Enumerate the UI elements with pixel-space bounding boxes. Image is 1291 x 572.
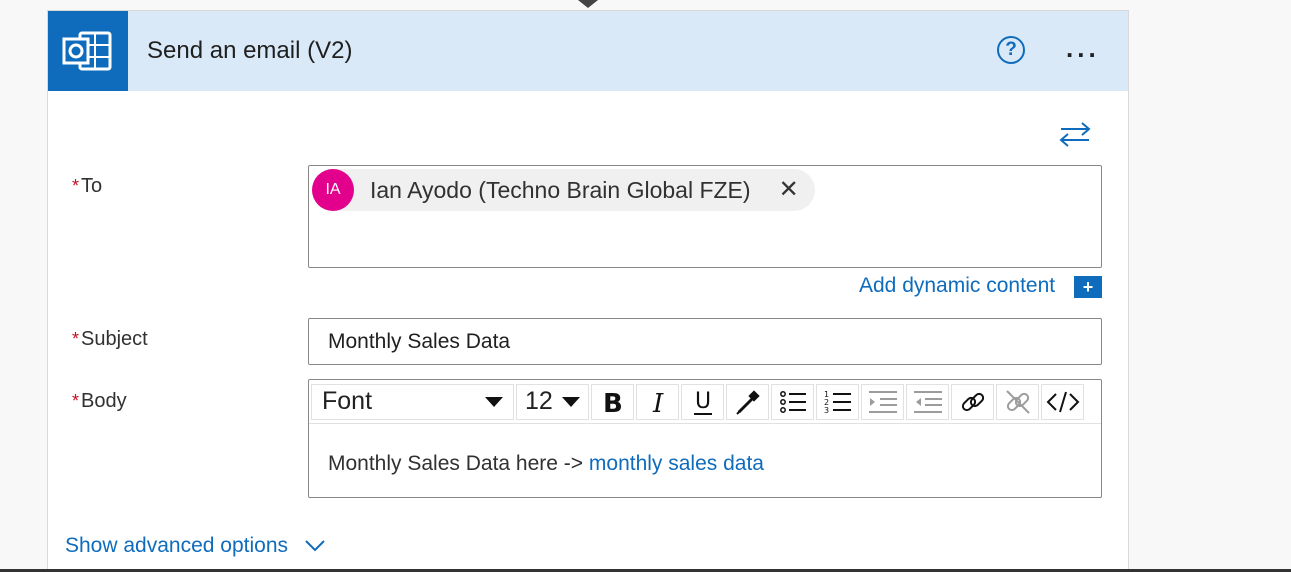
required-mark: * xyxy=(72,329,80,349)
add-dynamic-content-icon[interactable]: + xyxy=(1074,276,1102,298)
to-label: * To xyxy=(72,175,102,198)
font-select[interactable]: Font xyxy=(311,383,514,420)
italic-icon[interactable]: I xyxy=(636,383,679,420)
chevron-down-icon xyxy=(562,396,580,407)
svg-text:B: B xyxy=(603,389,623,415)
subject-label-text: Subject xyxy=(81,328,148,350)
action-title[interactable]: Send an email (V2) xyxy=(147,37,352,65)
card-header[interactable]: Send an email (V2) ? ... xyxy=(48,11,1128,91)
connector-arrow xyxy=(578,0,598,8)
required-mark: * xyxy=(72,176,80,196)
font-select-value: Font xyxy=(322,387,373,415)
chevron-down-icon xyxy=(304,534,326,558)
required-mark: * xyxy=(72,391,80,411)
color-picker-icon[interactable] xyxy=(726,383,769,420)
more-icon[interactable]: ... xyxy=(1066,33,1100,64)
outlook-icon xyxy=(48,11,128,91)
svg-text:U: U xyxy=(695,389,711,414)
svg-text:3: 3 xyxy=(824,406,829,415)
close-icon[interactable]: ✕ xyxy=(779,178,799,202)
unlink-icon[interactable] xyxy=(996,383,1039,420)
body-text: Monthly Sales Data here -> xyxy=(328,452,589,475)
to-field[interactable]: IA Ian Ayodo (Techno Brain Global FZE) ✕ xyxy=(308,165,1102,268)
avatar: IA xyxy=(312,169,354,211)
show-advanced-options-link[interactable]: Show advanced options xyxy=(65,534,326,558)
recipient-name: Ian Ayodo (Techno Brain Global FZE) xyxy=(370,176,751,203)
body-content[interactable]: Monthly Sales Data here -> monthly sales… xyxy=(328,452,764,476)
rich-text-toolbar: Font 12 B I U 123 xyxy=(309,380,1101,424)
subject-input[interactable]: Monthly Sales Data xyxy=(308,318,1102,365)
body-editor[interactable]: Font 12 B I U 123 Monthly Sales Data her… xyxy=(308,379,1102,498)
subject-label: * Subject xyxy=(72,328,148,351)
svg-text:I: I xyxy=(652,389,664,415)
body-label-text: Body xyxy=(81,390,127,412)
increase-indent-icon[interactable] xyxy=(906,383,949,420)
bullet-list-icon[interactable] xyxy=(771,383,814,420)
add-dynamic-content-link[interactable]: Add dynamic content xyxy=(859,274,1055,298)
recipient-chip[interactable]: IA Ian Ayodo (Techno Brain Global FZE) ✕ xyxy=(312,169,815,211)
body-label: * Body xyxy=(72,390,127,413)
help-icon[interactable]: ? xyxy=(997,36,1025,64)
bold-icon[interactable]: B xyxy=(591,383,634,420)
chevron-down-icon xyxy=(485,396,503,407)
show-advanced-options-label: Show advanced options xyxy=(65,534,288,557)
font-size-value: 12 xyxy=(525,387,553,415)
action-card: Send an email (V2) ? ... * To IA Ian Ayod… xyxy=(47,10,1129,572)
numbered-list-icon[interactable]: 123 xyxy=(816,383,859,420)
swap-icon[interactable] xyxy=(1058,121,1092,147)
to-label-text: To xyxy=(81,175,103,197)
underline-icon[interactable]: U xyxy=(681,383,724,420)
font-size-select[interactable]: 12 xyxy=(516,383,589,420)
decrease-indent-icon[interactable] xyxy=(861,383,904,420)
link-icon[interactable] xyxy=(951,383,994,420)
code-view-icon[interactable] xyxy=(1041,383,1084,420)
dynamic-token[interactable]: monthly sales data xyxy=(589,452,764,475)
